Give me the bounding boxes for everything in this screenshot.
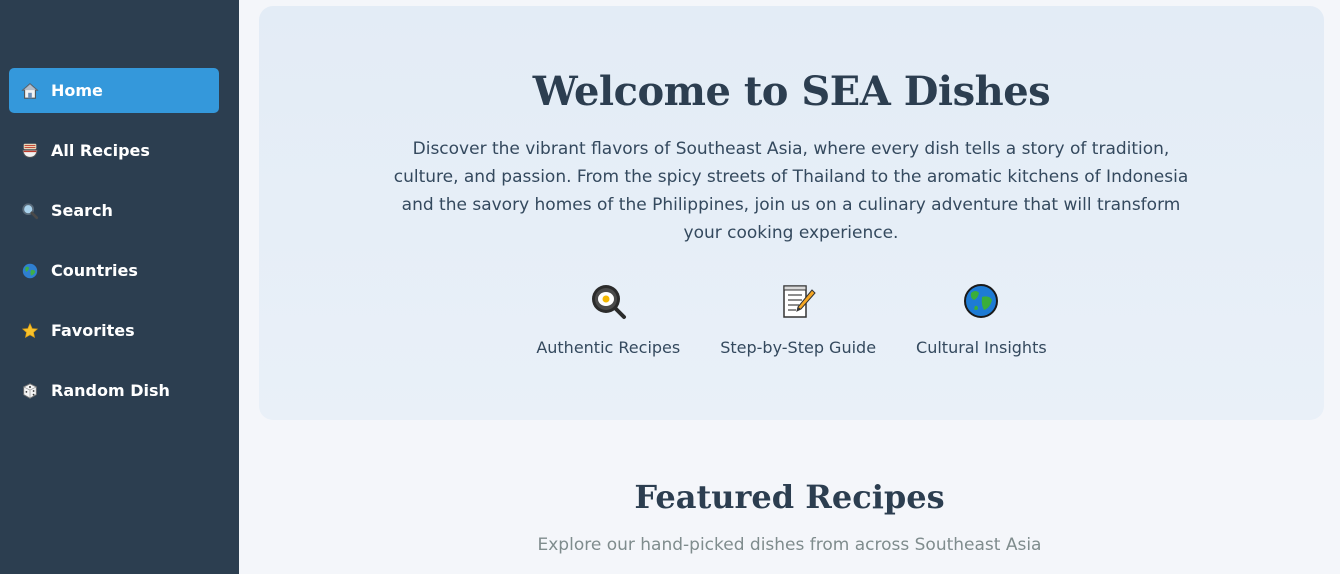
sidebar: Home All Recipes Search Countries Favori…	[0, 0, 239, 574]
sidebar-item-countries[interactable]: Countries	[9, 248, 219, 293]
frying-pan-icon	[589, 282, 627, 320]
sidebar-item-search[interactable]: Search	[9, 188, 219, 233]
feature-cultural-insights: Cultural Insights	[916, 282, 1047, 357]
feature-authentic-recipes: Authentic Recipes	[536, 282, 680, 357]
memo-icon	[779, 282, 817, 320]
feature-list: Authentic Recipes Step-by-Step Guide Cul…	[259, 282, 1324, 357]
sidebar-item-home[interactable]: Home	[9, 68, 219, 113]
featured-section-subtitle: Explore our hand-picked dishes from acro…	[537, 535, 1042, 555]
sidebar-item-label: Search	[51, 201, 113, 220]
sidebar-item-label: Favorites	[51, 321, 135, 340]
star-icon	[20, 321, 40, 341]
feature-label: Step-by-Step Guide	[720, 338, 877, 357]
dice-icon	[20, 381, 40, 401]
hero-title: Welcome to SEA Dishes	[532, 68, 1051, 115]
feature-label: Cultural Insights	[916, 338, 1047, 357]
house-icon	[20, 81, 40, 101]
globe-icon	[962, 282, 1000, 320]
sidebar-item-favorites[interactable]: Favorites	[9, 308, 219, 353]
hero-description: Discover the vibrant flavors of Southeas…	[393, 139, 1189, 243]
feature-step-by-step-guide: Step-by-Step Guide	[720, 282, 876, 357]
sidebar-item-label: All Recipes	[51, 141, 150, 160]
sidebar-item-all-recipes[interactable]: All Recipes	[9, 128, 219, 173]
app: Home All Recipes Search Countries Favori…	[0, 0, 1340, 574]
sidebar-item-random-dish[interactable]: Random Dish	[9, 368, 219, 413]
sidebar-item-label: Random Dish	[51, 381, 170, 400]
noodle-bowl-icon	[20, 141, 40, 161]
hero-section: Welcome to SEA Dishes Discover the vibra…	[259, 6, 1324, 420]
sidebar-item-label: Countries	[51, 261, 138, 280]
sidebar-item-label: Home	[51, 81, 103, 100]
feature-label: Authentic Recipes	[536, 338, 681, 357]
magnifier-icon	[20, 201, 40, 221]
globe-icon	[20, 261, 40, 281]
featured-section-title: Featured Recipes	[634, 478, 945, 516]
main-content: Welcome to SEA Dishes Discover the vibra…	[239, 0, 1340, 574]
